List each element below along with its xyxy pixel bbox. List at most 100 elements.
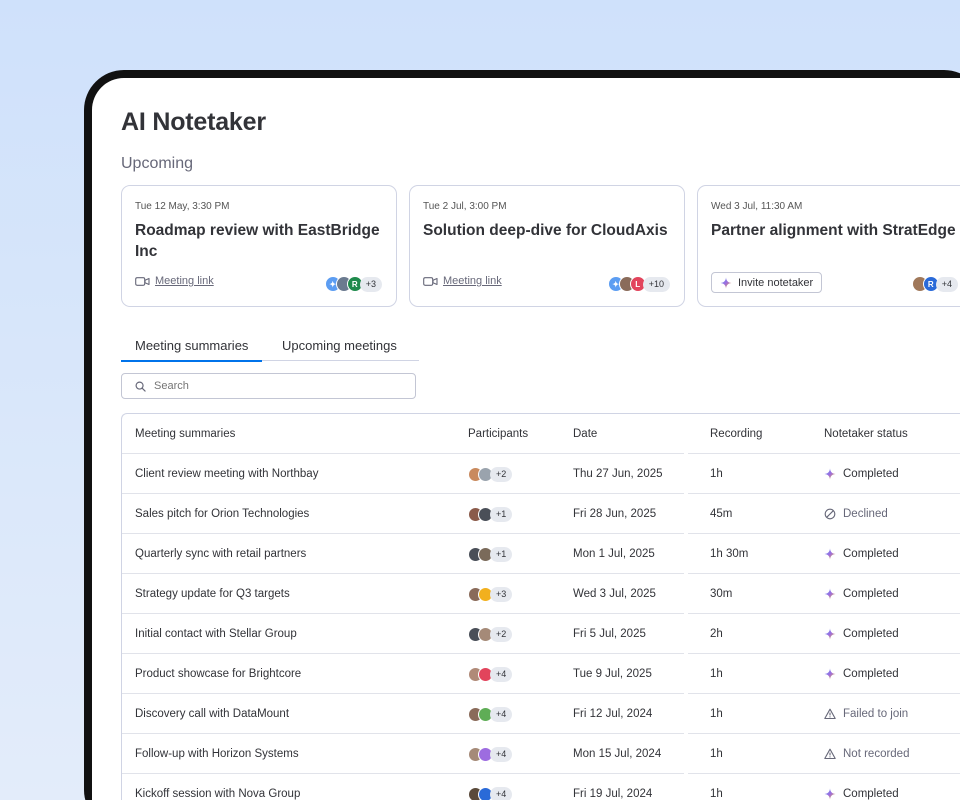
more-participants-badge: +1 (490, 506, 513, 522)
recording-duration[interactable]: 1h (710, 654, 723, 694)
more-participants-badge: +4 (490, 746, 513, 762)
table-row[interactable]: Quarterly sync with retail partners +1 M… (122, 533, 960, 574)
status-label: Completed (843, 668, 899, 680)
recording-duration[interactable]: 30m (710, 574, 732, 614)
page-title: AI Notetaker (121, 108, 266, 136)
meeting-summary-name[interactable]: Kickoff session with Nova Group (135, 774, 300, 800)
search-input[interactable] (154, 380, 394, 392)
more-participants-badge: +2 (490, 466, 513, 482)
table-row[interactable]: Kickoff session with Nova Group +4 Fri 1… (122, 773, 960, 800)
upcoming-cards: Tue 12 May, 3:30 PM Roadmap review with … (121, 185, 960, 307)
sparkle-icon (824, 548, 836, 560)
notetaker-status: Declined (824, 494, 888, 534)
meeting-time: Tue 2 Jul, 3:00 PM (423, 201, 507, 212)
upcoming-card[interactable]: Tue 12 May, 3:30 PM Roadmap review with … (121, 185, 397, 307)
header-recording[interactable]: Recording (710, 414, 762, 454)
invite-notetaker-button[interactable]: Invite notetaker (711, 272, 823, 293)
participants-cell: +4 (468, 734, 513, 774)
warning-icon (824, 748, 836, 760)
upcoming-card[interactable]: Tue 2 Jul, 3:00 PM Solution deep-dive fo… (409, 185, 685, 307)
column-gap (684, 493, 688, 494)
status-label: Completed (843, 628, 899, 640)
status-label: Declined (843, 508, 888, 520)
recording-duration[interactable]: 1h (710, 774, 723, 800)
column-gap (684, 773, 688, 774)
meeting-date: Mon 1 Jul, 2025 (573, 548, 655, 560)
status-label: Not recorded (843, 748, 910, 760)
table-header-row: Meeting summaries Participants Date Reco… (122, 414, 960, 454)
recording-duration[interactable]: 1h (710, 694, 723, 734)
participant-avatars: ✦ R +3 (324, 276, 382, 292)
notetaker-status: Completed (824, 654, 899, 694)
table-row[interactable]: Sales pitch for Orion Technologies +1 Fr… (122, 493, 960, 534)
sparkle-icon (824, 468, 836, 480)
table-row[interactable]: Client review meeting with Northbay +2 T… (122, 453, 960, 494)
column-gap (684, 573, 688, 574)
meeting-summary-name[interactable]: Client review meeting with Northbay (135, 454, 318, 494)
more-participants-badge: +2 (490, 626, 513, 642)
more-participants-badge: +4 (490, 786, 513, 800)
tab-bar: Meeting summaries Upcoming meetings (120, 334, 419, 362)
sparkle-icon (824, 628, 836, 640)
meeting-summary-name[interactable]: Sales pitch for Orion Technologies (135, 494, 309, 534)
meeting-link[interactable]: Meeting link (135, 275, 214, 287)
notetaker-status: Completed (824, 534, 899, 574)
meeting-date: Thu 27 Jun, 2025 (573, 468, 663, 480)
meeting-summary-name[interactable]: Quarterly sync with retail partners (135, 534, 306, 574)
meeting-link-label[interactable]: Meeting link (443, 275, 502, 287)
meeting-summary-name[interactable]: Discovery call with DataMount (135, 694, 289, 734)
participants-cell: +1 (468, 534, 513, 574)
table-row[interactable]: Strategy update for Q3 targets +3 Wed 3 … (122, 573, 960, 614)
status-label: Completed (843, 468, 899, 480)
meeting-summary-name[interactable]: Product showcase for Brightcore (135, 654, 301, 694)
table-row[interactable]: Discovery call with DataMount +4 Fri 12 … (122, 693, 960, 734)
column-gap (684, 653, 688, 654)
sparkle-icon (720, 277, 732, 288)
participants-cell: +4 (468, 774, 513, 800)
participants-cell: +2 (468, 614, 513, 654)
meeting-summary-name[interactable]: Strategy update for Q3 targets (135, 574, 290, 614)
recording-duration[interactable]: 1h (710, 454, 723, 494)
header-date[interactable]: Date (573, 414, 597, 454)
participants-cell: +1 (468, 494, 513, 534)
more-participants-badge: +1 (490, 546, 513, 562)
status-label: Completed (843, 788, 899, 800)
tab-upcoming-meetings[interactable]: Upcoming meetings (282, 338, 397, 353)
participant-avatars: R +4 (911, 276, 958, 292)
meeting-title: Partner alignment with StratEdge (711, 222, 956, 239)
more-participants-badge: +3 (359, 276, 382, 292)
recording-duration[interactable]: 1h 30m (710, 534, 748, 574)
meeting-title: Solution deep-dive for CloudAxis (423, 222, 668, 239)
video-camera-icon (423, 276, 438, 286)
notetaker-status: Completed (824, 774, 899, 800)
meeting-summary-name[interactable]: Follow-up with Horizon Systems (135, 734, 299, 774)
participant-avatars: ✦ L +10 (607, 276, 670, 292)
meeting-summary-name[interactable]: Initial contact with Stellar Group (135, 614, 297, 654)
table-row[interactable]: Initial contact with Stellar Group +2 Fr… (122, 613, 960, 654)
recording-duration[interactable]: 45m (710, 494, 732, 534)
meeting-link[interactable]: Meeting link (423, 275, 502, 287)
upcoming-card[interactable]: Wed 3 Jul, 11:30 AM Partner alignment wi… (697, 185, 960, 307)
status-label: Failed to join (843, 708, 909, 720)
table-row[interactable]: Product showcase for Brightcore +4 Tue 9… (122, 653, 960, 694)
invite-notetaker-label: Invite notetaker (738, 276, 814, 289)
recording-duration[interactable]: 1h (710, 734, 723, 774)
meeting-date: Fri 19 Jul, 2024 (573, 788, 653, 800)
meeting-link-label[interactable]: Meeting link (155, 275, 214, 287)
more-participants-badge: +4 (490, 706, 513, 722)
column-gap (684, 453, 688, 454)
meeting-date: Wed 3 Jul, 2025 (573, 588, 656, 600)
tab-meeting-summaries[interactable]: Meeting summaries (120, 338, 263, 362)
declined-icon (824, 508, 836, 520)
header-notetaker-status[interactable]: Notetaker status (824, 414, 908, 454)
header-meeting-summaries[interactable]: Meeting summaries (135, 414, 235, 454)
meeting-date: Fri 5 Jul, 2025 (573, 628, 646, 640)
recording-duration[interactable]: 2h (710, 614, 723, 654)
search-box[interactable] (121, 373, 416, 399)
header-participants[interactable]: Participants (468, 414, 528, 454)
more-participants-badge: +10 (642, 276, 670, 292)
column-gap (684, 693, 688, 694)
table-row[interactable]: Follow-up with Horizon Systems +4 Mon 15… (122, 733, 960, 774)
upcoming-label: Upcoming (121, 155, 194, 172)
participants-cell: +4 (468, 654, 513, 694)
